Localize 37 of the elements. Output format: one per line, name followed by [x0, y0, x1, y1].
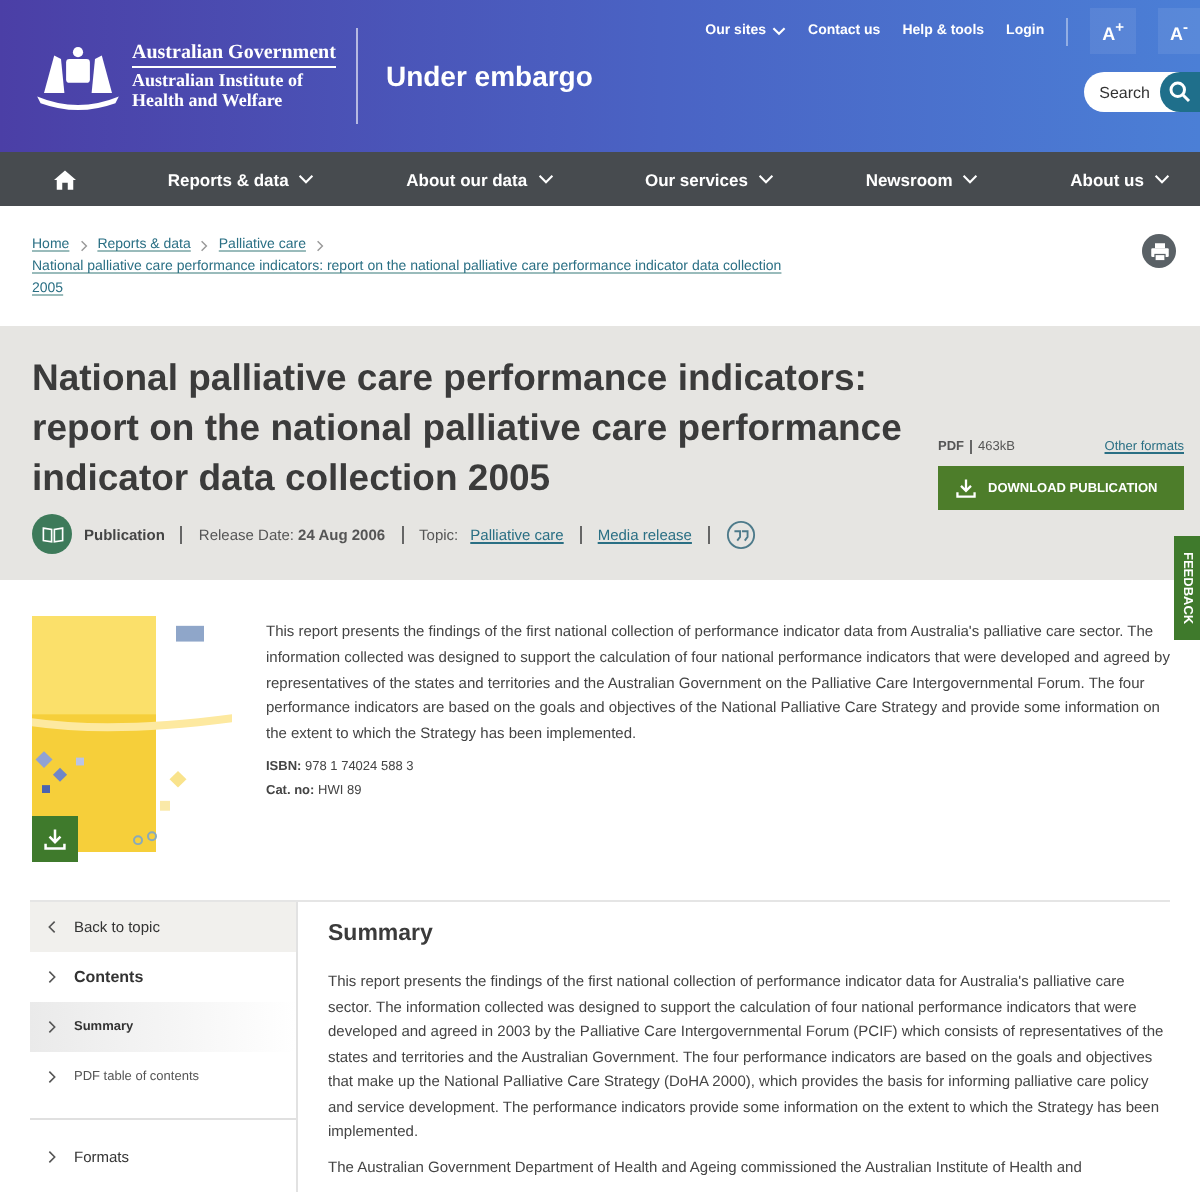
summary-heading: Summary: [328, 922, 435, 946]
nav-menu-item[interactable]: Newsroom: [865, 169, 979, 189]
chevron-icon: [48, 1149, 56, 1163]
chevron-icon: [1153, 174, 1170, 184]
font-size-button[interactable]: A$^{-}$: [1158, 8, 1200, 54]
nav-menu-item[interactable]: Reports & data: [167, 169, 315, 189]
chevron-icon: [772, 26, 787, 36]
quote-icon[interactable]: [725, 519, 756, 549]
chevron-icon: [537, 174, 554, 184]
download-button[interactable]: [32, 816, 78, 862]
chevron-icon: [962, 174, 979, 184]
nav-menu-item[interactable]: About us: [1070, 169, 1170, 189]
chevron-icon: [48, 970, 56, 984]
chevron-icon: [315, 239, 324, 251]
nav-menu-item[interactable]: About our data: [406, 169, 554, 189]
government-name: Australian Government: [132, 42, 336, 68]
print-button[interactable]: [1142, 234, 1176, 268]
font-size-button[interactable]: A$^{+}$: [1090, 8, 1136, 54]
chevron-icon: [298, 174, 315, 184]
download-icon: [956, 478, 976, 498]
site-title: Under embargo: [385, 60, 593, 92]
chevron-icon: [200, 239, 209, 251]
institute-name: Australian Institute of Health and Welfare: [132, 70, 306, 110]
nav-menu-item[interactable]: Our services: [644, 169, 774, 189]
home-icon[interactable]: [54, 169, 76, 189]
chevron-icon: [48, 1070, 56, 1084]
download-icon: [44, 828, 66, 850]
chevron-icon: [48, 920, 56, 934]
chevron-icon: [48, 1020, 56, 1034]
search-icon: [1168, 80, 1192, 104]
chevron-icon: [79, 239, 88, 251]
book-icon: [32, 514, 72, 554]
sidebar-item[interactable]: Contents: [30, 952, 296, 1002]
printer-icon: [1149, 241, 1169, 261]
chevron-icon: [757, 174, 774, 184]
search-button[interactable]: Search: [1083, 72, 1200, 112]
publication-title: National palliative care performance indicators: report on the national palliative care performance indicator data collection 2005: [32, 354, 904, 502]
